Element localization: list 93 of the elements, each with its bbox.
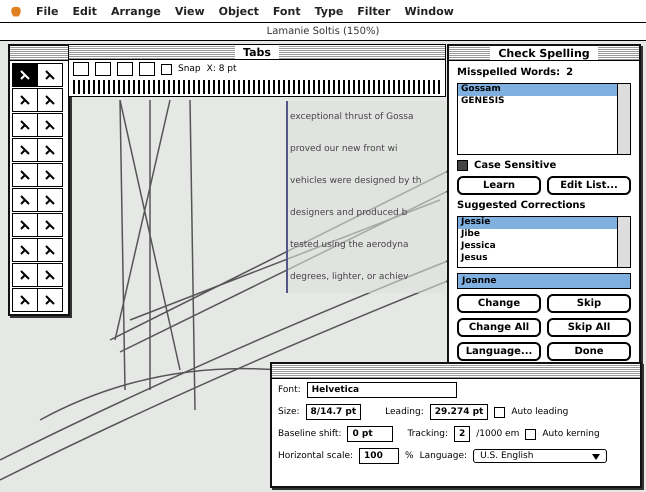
suggestions-label: Suggested Corrections <box>457 200 587 211</box>
checkbox[interactable] <box>525 428 536 440</box>
menu-item[interactable]: View <box>174 4 205 18</box>
learn-button[interactable]: Learn <box>457 176 541 195</box>
tool-icon[interactable] <box>12 263 38 287</box>
body-text-line: designers and produced b <box>290 207 408 220</box>
field-label: Leading: <box>385 407 424 417</box>
tool-icon[interactable] <box>12 138 38 162</box>
body-text-line: vehicles were designed by th <box>290 175 423 188</box>
body-text-line: tested using the aerodyna <box>290 239 410 252</box>
tab-stop-icon[interactable] <box>73 62 89 76</box>
dialog-title: Check Spelling <box>490 46 598 60</box>
size-field[interactable]: 8/14.7 pt <box>306 404 362 420</box>
tab-ruler[interactable] <box>73 80 441 94</box>
tool-icon[interactable] <box>12 238 38 262</box>
menu-item[interactable]: Type <box>314 4 344 18</box>
baseline-field[interactable]: 0 pt <box>347 426 394 442</box>
checkbox-label: Auto leading <box>511 407 568 417</box>
dialog-button[interactable]: Skip <box>547 294 631 313</box>
field-label: Baseline shift: <box>278 429 342 439</box>
misspelled-label: Misspelled Words: <box>457 67 560 78</box>
menu-item[interactable]: Edit <box>72 4 97 18</box>
tool-icon[interactable] <box>12 188 38 212</box>
tool-icon[interactable] <box>37 238 63 262</box>
menu-item[interactable]: Object <box>218 4 259 18</box>
tool-icon[interactable] <box>12 163 38 187</box>
tracking-field[interactable]: 2 <box>454 426 470 442</box>
field-label: Size: <box>278 407 300 417</box>
tool-icon[interactable] <box>37 113 63 137</box>
leading-field[interactable]: 29.274 pt <box>430 404 488 420</box>
unit-label: % <box>405 451 414 461</box>
tool-icon[interactable] <box>37 63 63 87</box>
tool-icon[interactable] <box>12 63 38 87</box>
checkbox[interactable] <box>161 64 172 74</box>
window-title: Lamanie Soltis (150%) <box>266 26 380 37</box>
list-item[interactable]: GENESIS <box>458 96 617 108</box>
scrollbar[interactable] <box>617 217 630 267</box>
list-item[interactable]: Gossam <box>458 84 617 96</box>
language-dropdown[interactable]: U.S. English <box>473 449 608 463</box>
menu-item[interactable]: Window <box>404 4 454 18</box>
field-label: Font: <box>278 385 301 395</box>
list-item[interactable]: Jibe <box>458 229 617 241</box>
checkbox-label: Auto kerning <box>542 429 600 439</box>
scale-field[interactable]: 100 <box>359 448 400 464</box>
dialog-button[interactable]: Done <box>547 342 631 361</box>
checkbox[interactable] <box>494 406 506 418</box>
snap-label: Snap <box>178 64 201 74</box>
body-text-line: exceptional thrust of Gossa <box>290 111 414 124</box>
title-bar[interactable] <box>10 46 68 61</box>
checkbox[interactable] <box>457 160 468 171</box>
dialog-button[interactable]: Language... <box>457 342 541 361</box>
field-label: Horizontal scale: <box>278 451 354 461</box>
field-label: Tracking: <box>407 429 448 439</box>
tool-icon[interactable] <box>37 138 63 162</box>
tool-icon[interactable] <box>12 113 38 137</box>
palette-title: Tabs <box>235 46 279 58</box>
field-label: Language: <box>420 451 468 461</box>
misspelled-count: 2 <box>566 67 574 78</box>
menu-item[interactable]: File <box>36 4 59 18</box>
menu-item[interactable]: Arrange <box>110 4 161 18</box>
tool-icon[interactable] <box>12 288 38 312</box>
edit-list-button[interactable]: Edit List... <box>547 176 631 195</box>
tool-icon[interactable] <box>37 288 63 312</box>
position-readout: X: 8 pt <box>206 64 237 74</box>
title-bar[interactable]: Check Spelling <box>449 46 639 61</box>
tool-icon[interactable] <box>12 213 38 237</box>
body-text-line: proved our new front wi <box>290 143 399 156</box>
tab-stop-icon[interactable] <box>117 62 133 76</box>
scrollbar[interactable] <box>617 84 630 154</box>
tool-icon[interactable] <box>37 163 63 187</box>
caret-icon <box>592 454 600 460</box>
unit-label: /1000 em <box>476 429 520 439</box>
checkbox-label: Case Sensitive <box>474 160 556 171</box>
body-text-line: degrees, lighter, or achiev <box>290 271 410 284</box>
menu-item[interactable]: Font <box>272 4 301 18</box>
title-bar[interactable] <box>272 364 640 379</box>
tool-icon[interactable] <box>37 188 63 212</box>
list-item[interactable]: Jesus <box>458 253 617 265</box>
tool-icon[interactable] <box>37 263 63 287</box>
tool-icon[interactable] <box>12 88 38 112</box>
tool-icon[interactable] <box>37 213 63 237</box>
tab-stop-icon[interactable] <box>139 62 155 76</box>
title-bar[interactable]: Tabs <box>69 45 445 60</box>
tab-stop-icon[interactable] <box>95 62 111 76</box>
list-item[interactable]: Jessie <box>458 217 617 229</box>
dialog-button[interactable]: Skip All <box>547 318 631 337</box>
tool-icon[interactable] <box>37 88 63 112</box>
menu-item[interactable]: Filter <box>357 4 390 18</box>
list-item[interactable]: Jessica <box>458 241 617 253</box>
font-field[interactable]: Helvetica <box>306 382 457 398</box>
replacement-field[interactable]: Joanne <box>457 273 631 289</box>
dialog-button[interactable]: Change <box>457 294 541 313</box>
dialog-button[interactable]: Change All <box>457 318 541 337</box>
